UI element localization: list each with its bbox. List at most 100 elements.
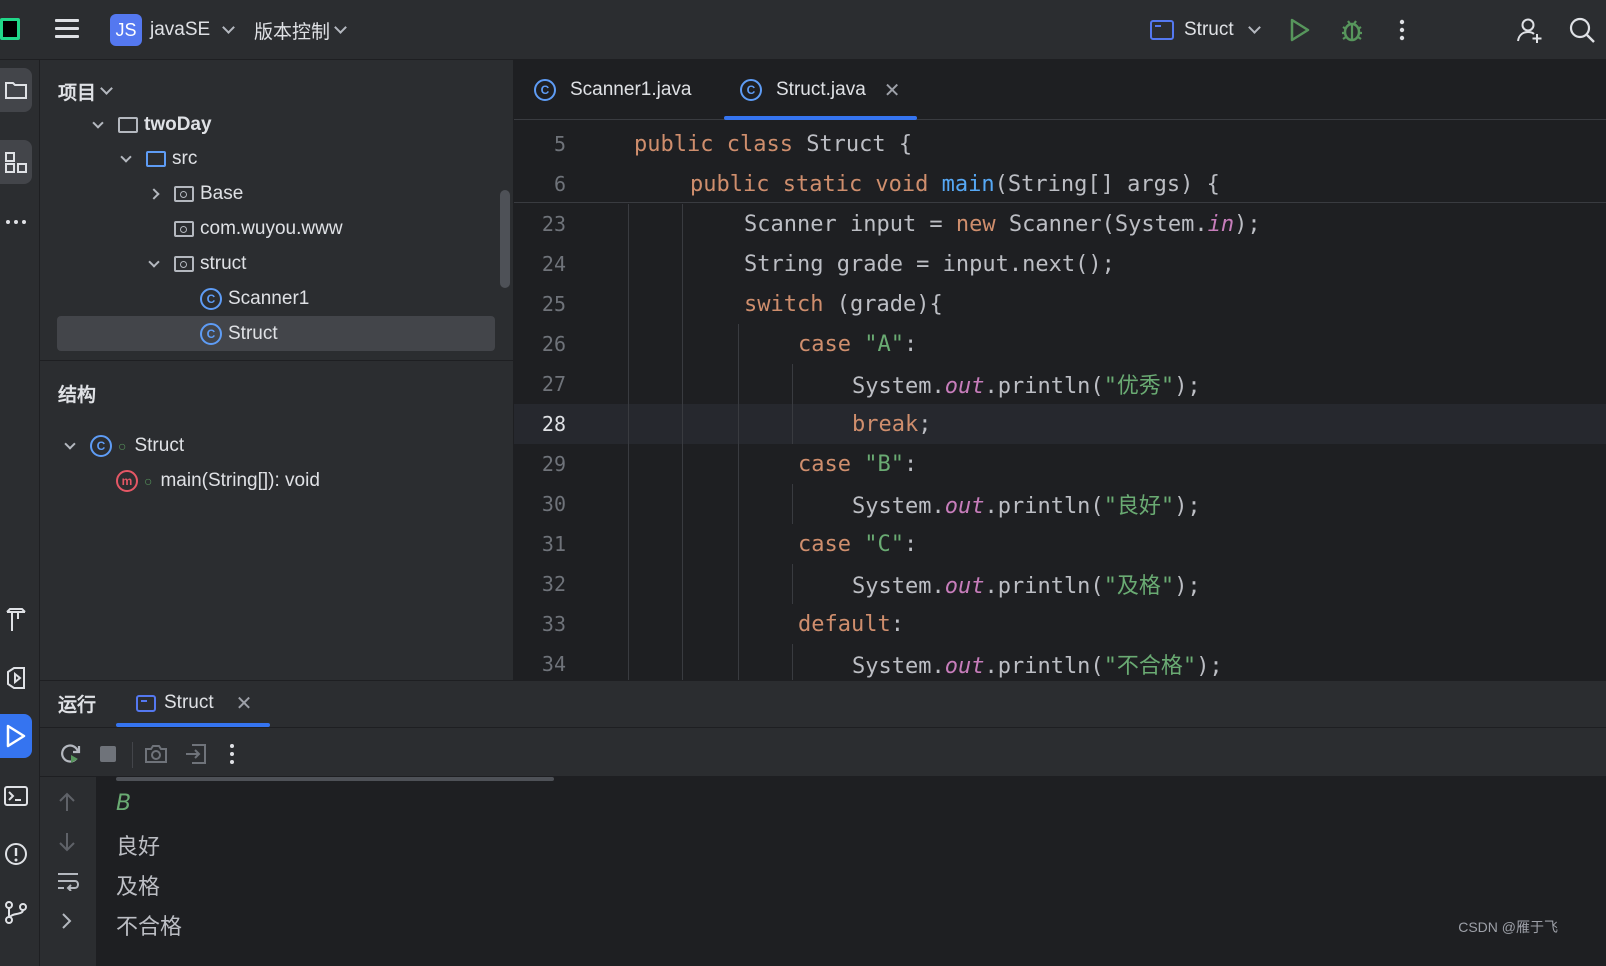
project-scrollbar[interactable] (500, 190, 510, 288)
tab-label: Struct.java (776, 79, 866, 100)
run-tool-button[interactable] (0, 714, 32, 758)
tree-item-label: Scanner1 (228, 288, 310, 309)
rerun-icon[interactable] (56, 740, 84, 768)
soft-wrap-icon[interactable] (56, 871, 80, 897)
console-scrollbar[interactable] (116, 777, 554, 781)
indent-guide (682, 204, 683, 680)
run-panel: 运行 Struct ✕ B 良好 及格 不合格 (40, 680, 1606, 966)
tree-item-label: com.wuyou.www (200, 218, 343, 239)
tree-item-twoday[interactable]: twoDay (88, 108, 212, 142)
code-line: 6 public static void main(String[] args)… (514, 164, 1606, 204)
console-output[interactable]: B 良好 及格 不合格 (96, 777, 1606, 966)
camera-icon[interactable] (142, 740, 170, 768)
code-line: 30 System.out.println("良好"); (514, 484, 1606, 524)
code-line: 31 case "C": (514, 524, 1606, 564)
exit-icon[interactable] (182, 740, 210, 768)
java-class-icon: C (200, 323, 222, 345)
code-line: 5 public class Struct { (514, 124, 1606, 164)
sticky-lines-divider (514, 202, 1606, 203)
code-line: 29 case "B": (514, 444, 1606, 484)
line-number: 24 (541, 252, 566, 276)
indent-guide (738, 324, 739, 680)
more-vertical-icon[interactable] (1386, 14, 1418, 46)
tab-struct-java[interactable]: C Struct.java ✕ (724, 60, 917, 120)
line-number: 28 (541, 412, 566, 436)
tree-item-scanner1[interactable]: C Scanner1 (200, 282, 309, 316)
panel-divider[interactable] (40, 360, 514, 361)
project-switcher[interactable]: JS javaSE (110, 13, 236, 47)
tree-item-label: twoDay (144, 114, 212, 135)
chevron-down-icon[interactable] (144, 255, 164, 268)
tree-item-label: struct (200, 253, 247, 274)
run-tab-struct[interactable]: Struct ✕ (115, 681, 271, 727)
structure-item-main[interactable]: m ○ main(String[]): void (116, 464, 320, 498)
code-line: 33 default: (514, 604, 1606, 644)
java-class-icon: C (534, 79, 556, 101)
main-menu-icon[interactable] (52, 14, 82, 44)
close-icon[interactable]: ✕ (236, 691, 253, 716)
line-number: 32 (541, 572, 566, 596)
code-line: 32 System.out.println("及格"); (514, 564, 1606, 604)
git-branch-icon[interactable] (0, 890, 32, 934)
arrow-down-icon[interactable] (56, 831, 78, 859)
add-user-icon[interactable] (1514, 14, 1546, 46)
chevron-down-icon[interactable] (60, 437, 80, 450)
tab-scanner1-java[interactable]: C Scanner1.java (534, 60, 691, 120)
more-tools-icon[interactable] (0, 200, 32, 244)
line-number: 33 (541, 612, 566, 636)
vcs-menu[interactable]: 版本控制 (254, 13, 347, 47)
csdn-watermark: CSDN @雁于飞 (1458, 919, 1558, 935)
chevron-right-icon[interactable] (60, 911, 74, 937)
line-number: 29 (541, 452, 566, 476)
structure-panel-header: 结构 (58, 380, 96, 407)
code-line: 25 switch (grade){ (514, 284, 1606, 324)
structure-item-struct[interactable]: C ○ Struct (60, 429, 184, 463)
services-icon[interactable] (0, 656, 32, 700)
intellij-logo-icon[interactable] (0, 18, 20, 40)
run-toolbar (40, 727, 1606, 777)
build-hammer-icon[interactable] (0, 598, 32, 642)
search-icon[interactable] (1566, 14, 1598, 46)
line-number: 34 (541, 652, 566, 676)
tree-item-label: Struct (228, 323, 278, 344)
vcs-label: 版本控制 (254, 21, 331, 43)
code-line: 26 case "A": (514, 324, 1606, 364)
tree-item-struct-package[interactable]: struct (144, 247, 246, 281)
arrow-up-icon[interactable] (56, 791, 78, 819)
project-panel-header[interactable]: 项目 (58, 78, 113, 105)
run-icon[interactable] (1284, 14, 1316, 46)
line-number: 26 (541, 332, 566, 356)
debug-icon[interactable] (1336, 14, 1368, 46)
stop-icon[interactable] (94, 740, 122, 768)
tab-label: Scanner1.java (570, 79, 692, 100)
app-config-icon (1150, 20, 1174, 40)
indent-guide (792, 564, 793, 604)
tree-item-com-wuyou-www[interactable]: com.wuyou.www (174, 212, 343, 246)
close-icon[interactable]: ✕ (884, 78, 901, 103)
current-code-line: 28 break; (514, 404, 1606, 444)
problems-icon[interactable] (0, 832, 32, 876)
title-bar: JS javaSE 版本控制 Struct (0, 0, 1606, 60)
public-access-icon: ○ (118, 438, 127, 454)
java-class-icon: C (90, 435, 112, 457)
chevron-right-icon[interactable] (144, 188, 164, 200)
line-number: 25 (541, 292, 566, 316)
indent-guide (792, 364, 793, 444)
app-config-icon (136, 694, 156, 712)
tree-item-label: src (172, 148, 198, 169)
project-tool-button[interactable] (0, 68, 32, 112)
project-panel-title: 项目 (58, 83, 97, 104)
code-line: 23 Scanner input = new Scanner(System.in… (514, 204, 1606, 244)
tree-item-base[interactable]: Base (144, 177, 243, 211)
toolbar-separator (132, 742, 133, 768)
run-config-selector[interactable]: Struct (1150, 14, 1261, 46)
project-panel: 项目 twoDay src Base com.wuyou.www struct … (40, 60, 514, 680)
chevron-down-icon[interactable] (88, 116, 108, 129)
structure-tool-button[interactable] (0, 140, 32, 184)
chevron-down-icon[interactable] (116, 150, 136, 163)
tree-item-src[interactable]: src (116, 142, 197, 176)
more-vertical-icon[interactable] (218, 740, 246, 768)
terminal-icon[interactable] (0, 774, 32, 818)
tree-item-struct-class[interactable]: C Struct (200, 317, 278, 351)
tree-item-label: Base (200, 183, 244, 204)
